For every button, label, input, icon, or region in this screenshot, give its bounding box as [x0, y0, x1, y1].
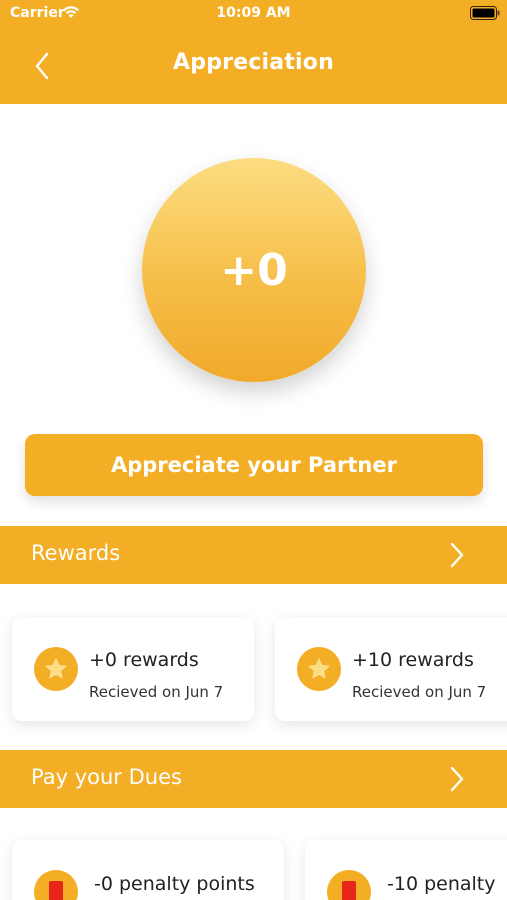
penalty-title: -0 penalty points — [94, 873, 255, 895]
status-time: 10:09 AM — [216, 5, 291, 21]
dues-section-header[interactable]: Pay your Dues — [0, 750, 507, 808]
reward-badge — [297, 647, 341, 691]
page-title: Appreciation — [173, 50, 334, 75]
star-icon — [45, 658, 67, 679]
rewards-card-list[interactable]: +0 rewards Recieved on Jun 7 +10 rewards… — [0, 585, 507, 749]
penalty-card-icon — [49, 881, 63, 900]
reward-title: +10 rewards — [352, 649, 474, 671]
reward-date: Recieved on Jun 7 — [352, 683, 487, 701]
penalty-badge — [327, 870, 371, 900]
status-bar: Carrier 10:09 AM — [0, 0, 507, 28]
reward-title: +0 rewards — [89, 649, 199, 671]
rewards-section-title: Rewards — [31, 541, 121, 565]
battery-icon — [470, 6, 500, 20]
dues-card-list[interactable]: -0 penalty points -10 penalty — [0, 808, 507, 900]
reward-date: Recieved on Jun 7 — [89, 683, 224, 701]
penalty-card[interactable]: -10 penalty — [305, 840, 507, 900]
chevron-right-icon — [450, 766, 464, 792]
rewards-section-header[interactable]: Rewards — [0, 526, 507, 584]
app-header: Carrier 10:09 AM Appreciation — [0, 0, 507, 104]
penalty-card[interactable]: -0 penalty points — [12, 840, 284, 900]
penalty-card-icon — [342, 881, 356, 900]
penalty-badge — [34, 870, 78, 900]
star-icon — [308, 658, 330, 679]
appreciate-partner-button[interactable]: Appreciate your Partner — [25, 434, 483, 496]
reward-card[interactable]: +10 rewards Recieved on Jun 7 — [275, 617, 507, 721]
dues-section-title: Pay your Dues — [31, 765, 182, 789]
appreciation-score-circle: +0 — [142, 158, 366, 382]
penalty-title: -10 penalty — [387, 873, 496, 895]
reward-badge — [34, 647, 78, 691]
appreciation-score-value: +0 — [220, 244, 288, 296]
chevron-right-icon — [450, 542, 464, 568]
reward-card[interactable]: +0 rewards Recieved on Jun 7 — [12, 617, 254, 721]
